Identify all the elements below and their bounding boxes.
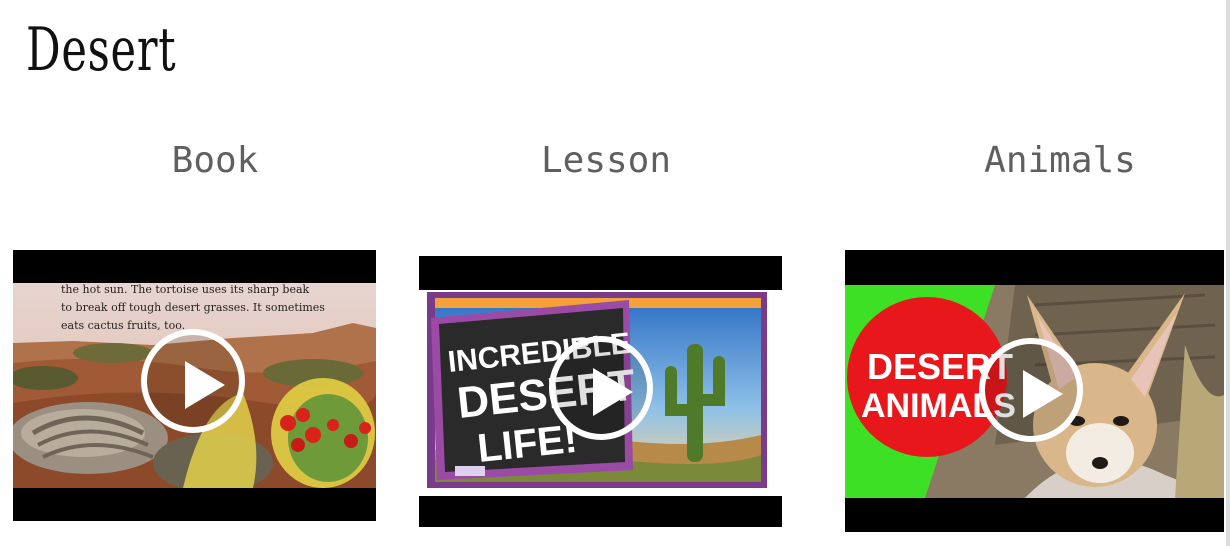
play-icon[interactable] [141, 329, 245, 433]
page-title: Desert [26, 15, 177, 85]
video-animals[interactable]: DESERT ANIMALS [845, 250, 1224, 532]
label-book: Book [171, 140, 259, 181]
video-book[interactable]: the hot sun. The tortoise uses its sharp… [13, 250, 376, 521]
video-book-caption-3: eats cactus fruits, too. [61, 319, 185, 332]
label-lesson: Lesson [540, 140, 672, 181]
play-icon[interactable] [979, 338, 1083, 442]
video-book-caption-1: the hot sun. The tortoise uses its sharp… [61, 283, 310, 296]
video-lesson[interactable]: INCREDIBLE DESERT LIFE! [419, 256, 782, 527]
play-icon[interactable] [549, 336, 653, 440]
video-book-caption-2: to break off tough desert grasses. It so… [61, 301, 325, 314]
label-animals: Animals [984, 140, 1136, 181]
page-edge [1226, 0, 1230, 546]
